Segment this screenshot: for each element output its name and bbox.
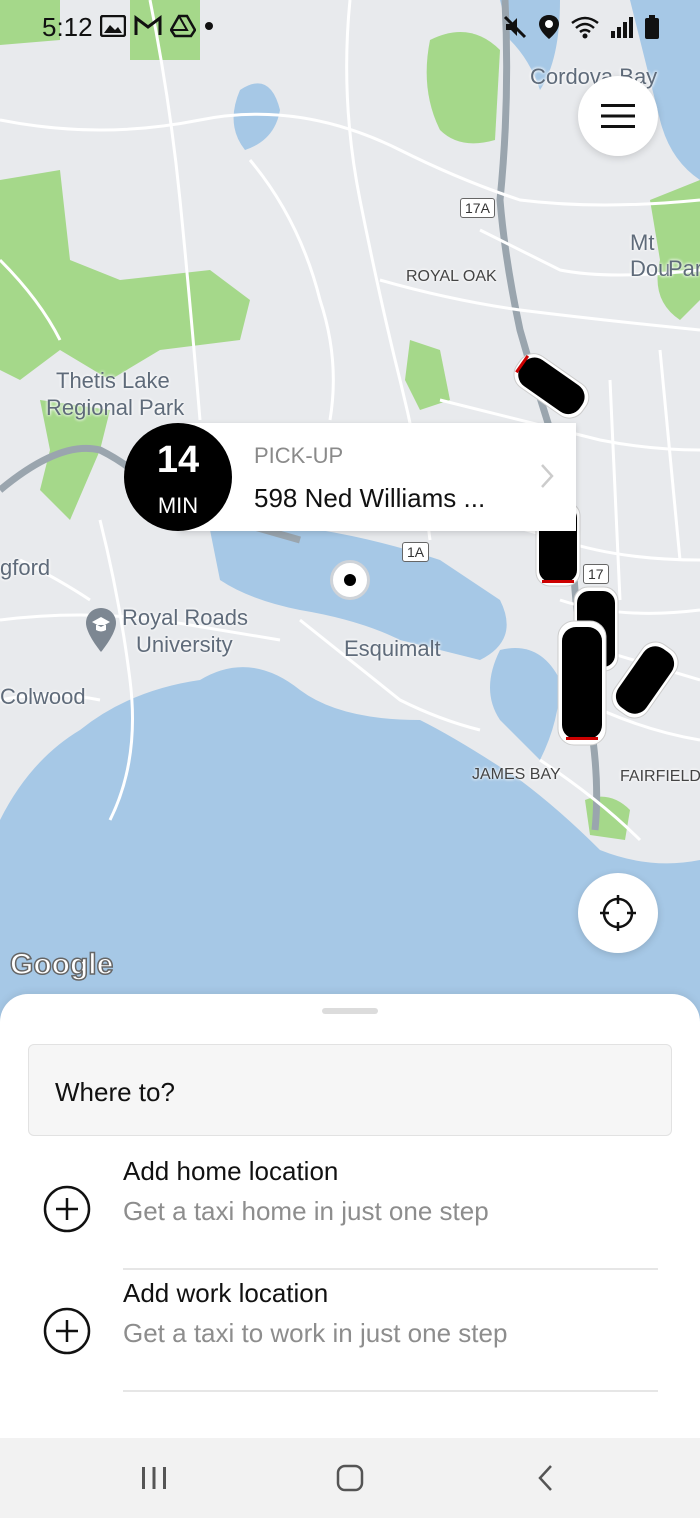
taxi-car-icon <box>611 641 679 719</box>
divider <box>123 1268 658 1270</box>
map-label-royal-oak: ROYAL OAK <box>406 268 497 285</box>
taxi-car-icon <box>513 353 590 419</box>
recent-apps-icon <box>142 1467 166 1489</box>
add-work-location-title: Add work location <box>123 1278 329 1308</box>
map-label-royal-roads-university: University <box>136 632 233 657</box>
signal-icon <box>611 17 633 38</box>
back-button[interactable] <box>516 1458 576 1498</box>
chevron-right-icon <box>541 464 554 488</box>
pickup-location-marker <box>330 560 370 600</box>
home-icon <box>336 1464 364 1492</box>
add-work-location-subtitle: Get a taxi to work in just one step <box>123 1318 508 1348</box>
map-label-colwood: Colwood <box>0 684 86 709</box>
eta-badge: 14 MIN <box>124 423 232 531</box>
gmail-icon <box>134 15 162 35</box>
google-attribution: Google <box>9 947 114 982</box>
add-home-location-title: Add home location <box>123 1156 339 1186</box>
map-label-mt-douglas-park: Par <box>668 256 700 281</box>
drive-icon <box>170 14 196 38</box>
wifi-icon <box>571 16 599 39</box>
battery-icon <box>645 15 659 39</box>
destination-search-placeholder: Where to? <box>55 1077 175 1107</box>
status-bar: 5:12 <box>0 0 700 56</box>
highway-shield-17: 17 <box>583 564 609 584</box>
eta-value: 14 <box>156 439 200 481</box>
recent-apps-button[interactable] <box>124 1458 184 1498</box>
highway-shield-1a: 1A <box>402 542 430 562</box>
status-time: 5:12 <box>42 12 93 42</box>
university-pin-icon <box>86 608 116 652</box>
highway-shield-17a: 17A <box>460 198 495 218</box>
plus-circle-icon <box>43 1185 91 1233</box>
bottom-sheet: Where to? Add home location Get a taxi h… <box>0 994 700 1438</box>
add-home-location-item[interactable]: Add home location Get a taxi home in jus… <box>0 1150 700 1270</box>
add-work-location-item[interactable]: Add work location Get a taxi to work in … <box>0 1272 700 1392</box>
map-label-james-bay: JAMES BAY <box>472 766 561 783</box>
map-label-esquimalt: Esquimalt <box>344 636 441 661</box>
map-label-thetis-lake-park: Regional Park <box>46 395 185 420</box>
back-icon <box>538 1465 552 1491</box>
mute-icon <box>503 15 527 39</box>
sheet-drag-handle[interactable] <box>322 1008 378 1014</box>
system-navigation-bar <box>0 1438 700 1518</box>
home-button[interactable] <box>320 1458 380 1498</box>
divider <box>123 1390 658 1392</box>
destination-search-input[interactable]: Where to? <box>28 1044 672 1136</box>
menu-button[interactable] <box>578 76 658 156</box>
pickup-card[interactable]: PICK-UP 598 Ned Williams ... <box>178 423 576 531</box>
map-label-royal-roads: Royal Roads <box>122 605 248 630</box>
map-label-thetis-lake: Thetis Lake <box>56 368 170 393</box>
add-home-location-subtitle: Get a taxi home in just one step <box>123 1196 489 1226</box>
location-icon <box>539 15 559 39</box>
hamburger-menu-icon <box>601 104 635 128</box>
eta-unit: MIN <box>157 493 199 518</box>
map-label-langford: gford <box>0 555 51 580</box>
my-location-button[interactable] <box>578 873 658 953</box>
pickup-address: 598 Ned Williams ... <box>254 483 486 513</box>
pickup-label: PICK-UP <box>254 443 344 468</box>
notification-dot-icon <box>205 22 213 30</box>
plus-circle-icon <box>43 1307 91 1355</box>
image-icon <box>100 15 126 37</box>
map-label-fairfield: FAIRFIELD <box>620 768 700 785</box>
crosshair-icon <box>600 895 636 931</box>
taxi-car-icon <box>557 620 607 746</box>
